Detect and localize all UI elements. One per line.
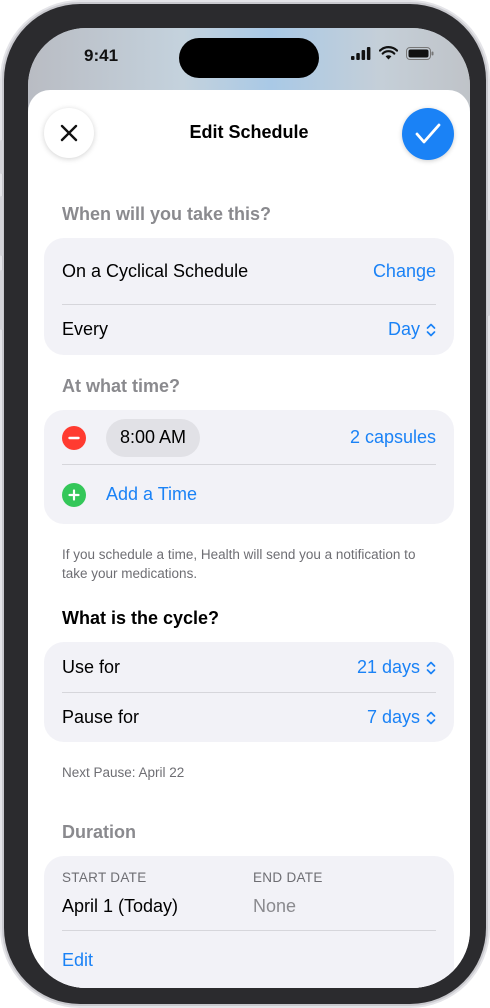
edit-duration-button[interactable]: Edit [62,950,93,971]
next-pause-note: Next Pause: April 22 [62,765,185,780]
chevron-up-down-icon [426,661,436,675]
start-date-header: START DATE [62,870,147,885]
phone-frame: 9:41 Edit Schedule When will you take th… [4,4,486,1004]
plus-icon [68,488,80,501]
cycle-section-label: What is the cycle? [62,608,220,628]
schedule-section-label: When will you take this? [62,204,272,224]
battery-icon [406,46,434,60]
pause-for-row[interactable]: Pause for 7 days [62,692,436,742]
remove-time-button[interactable] [62,425,86,450]
time-card: 8:00 AM 2 capsules Add a Time [44,410,454,524]
done-button[interactable] [402,108,454,160]
end-date-header: END DATE [253,870,323,885]
change-button[interactable]: Change [373,261,436,282]
checkmark-icon [415,123,441,144]
start-date-value: April 1 (Today) [62,896,179,916]
chevron-up-down-icon [426,711,436,725]
add-time-icon-button[interactable] [62,482,86,507]
screen: 9:41 Edit Schedule When will you take th… [28,28,470,988]
action-button [0,140,3,174]
cycle-card: Use for 21 days Pause for 7 days [44,642,454,742]
every-label: Every [62,319,109,339]
divider [62,930,436,931]
pause-for-picker[interactable]: 7 days [367,707,436,728]
minus-icon [68,436,80,439]
schedule-type-label: On a Cyclical Schedule [62,260,249,281]
use-for-label: Use for [62,656,121,677]
add-time-row[interactable]: Add a Time [62,465,436,524]
every-value-picker[interactable]: Day [388,319,436,340]
time-pill[interactable]: 8:00 AM [106,418,201,457]
volume-down-button [0,270,3,330]
status-time: 9:41 [84,46,119,65]
schedule-type-row: On a Cyclical Schedule Change [62,238,436,304]
schedule-card: On a Cyclical Schedule Change Every Day [44,238,454,355]
dynamic-island [179,38,319,78]
time-row-left: 8:00 AM [62,418,201,457]
chevron-up-down-icon [426,323,436,337]
use-for-value: 21 days [356,656,420,677]
pause-for-label: Pause for [62,706,140,727]
wifi-icon [379,46,398,60]
use-for-row[interactable]: Use for 21 days [62,642,436,692]
time-section-label: At what time? [62,376,181,396]
use-for-picker[interactable]: 21 days [357,657,436,678]
cellular-signal-icon [351,46,371,60]
end-date-value: None [253,896,297,916]
notification-footnote: If you schedule a time, Health will send… [62,547,416,581]
edit-schedule-sheet: Edit Schedule When will you take this? O… [28,90,470,988]
status-icons [351,46,434,60]
add-time-label[interactable]: Add a Time [106,484,197,505]
duration-section-label: Duration [62,822,136,842]
every-value: Day [387,319,420,339]
time-row: 8:00 AM 2 capsules [62,410,436,465]
duration-card: START DATE END DATE April 1 (Today) None… [44,856,454,988]
every-row[interactable]: Every Day [62,304,436,355]
pause-for-value: 7 days [366,706,420,727]
volume-up-button [0,196,3,256]
dose-button[interactable]: 2 capsules [350,427,436,448]
